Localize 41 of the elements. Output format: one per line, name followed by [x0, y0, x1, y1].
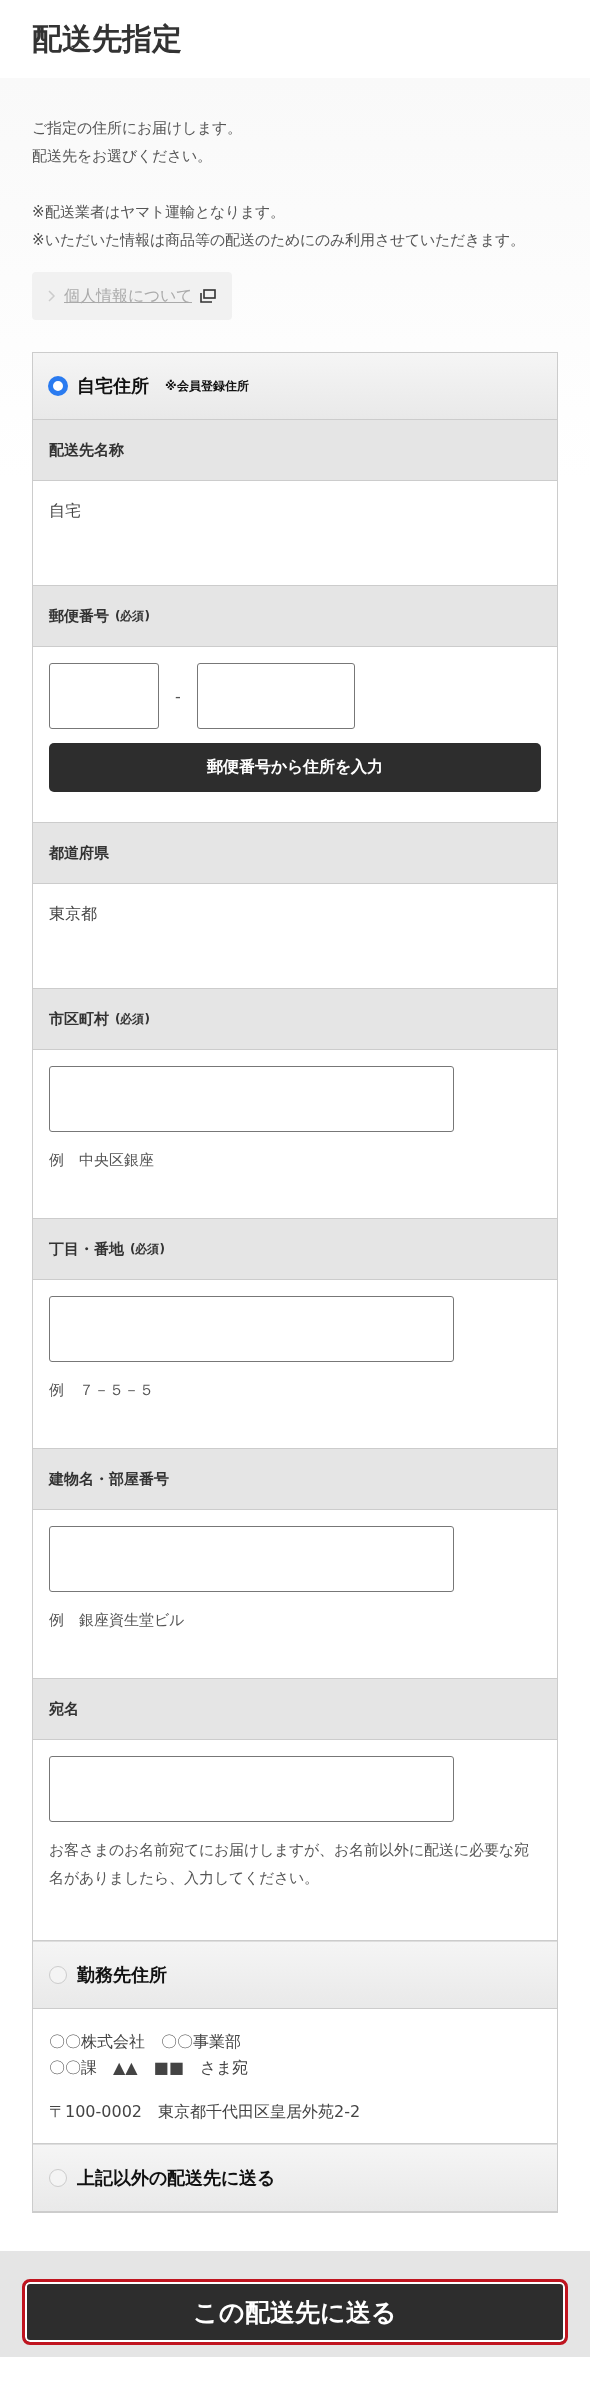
radio-button[interactable] [49, 377, 67, 395]
chevron-icon [48, 290, 56, 302]
postal-separator: - [175, 686, 181, 706]
address-lookup-button[interactable]: 郵便番号から住所を入力 [49, 743, 541, 792]
postal-code-field[interactable] [196, 663, 355, 729]
field-label: 市区町村 [49, 1009, 109, 1029]
input-field[interactable] [49, 1756, 454, 1822]
field-label: 郵便番号 [49, 606, 109, 626]
input-field[interactable] [49, 1066, 454, 1132]
postal-code-field[interactable] [49, 663, 159, 729]
field-hint: 例 ７－５－５ [49, 1380, 155, 1401]
radio-button[interactable] [49, 2169, 67, 2187]
address-option[interactable]: 自宅住所 ※会員登録住所 [33, 353, 557, 420]
field-hint: 例 銀座資生堂ビル [49, 1610, 185, 1631]
required-tag: (必須) [115, 607, 150, 625]
field-label: 建物名・部屋番号 [49, 1469, 169, 1489]
address-option[interactable]: 勤務先住所 [33, 1941, 557, 2009]
field-hint: 例 中央区銀座 [49, 1150, 155, 1171]
required-tag: (必須) [130, 1240, 165, 1258]
address-line: 〇〇株式会社 〇〇事業部 [49, 2031, 242, 2053]
address-line: 〇〇課 ▲▲ ■■ さま宛 [49, 2057, 249, 2079]
field-label: 配送先名称 [49, 440, 124, 460]
field-hint: お客さまのお名前宛てにお届けしますが、お名前以外に配送に必要な宛名がありましたら、入力してください。 [49, 1840, 530, 1889]
required-tag: (必須) [115, 1010, 150, 1028]
field-value: 東京都 [49, 903, 98, 925]
new-window-icon [200, 289, 216, 303]
submit-button[interactable]: この配送先に送る [22, 2279, 568, 2345]
page-title: 配送先指定 [32, 19, 182, 58]
field-value: 自宅 [49, 500, 82, 522]
note-text: ※配送業者はヤマト運輸となります。 [32, 202, 286, 223]
input-field[interactable] [49, 1526, 454, 1592]
field-label: 丁目・番地 [49, 1239, 124, 1259]
input-field[interactable] [49, 1296, 454, 1362]
radio-button[interactable] [49, 1966, 67, 1984]
field-label: 都道府県 [49, 843, 109, 863]
note-text: ※いただいた情報は商品等の配送のためにのみ利用させていただきます。 [32, 230, 526, 251]
intro-text: ご指定の住所にお届けします。 配送先をお選びください。 [32, 118, 243, 167]
option-note: ※会員登録住所 [165, 377, 249, 395]
field-label: 宛名 [49, 1699, 79, 1719]
postal-address: 〒100-0002 東京都千代田区皇居外苑2-2 [49, 2101, 362, 2123]
address-option[interactable]: 上記以外の配送先に送る [33, 2144, 557, 2212]
